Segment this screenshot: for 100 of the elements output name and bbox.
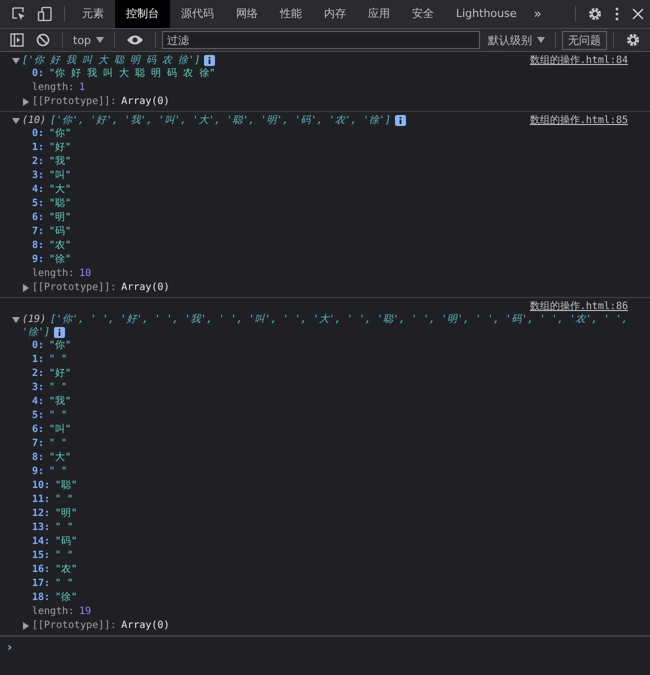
property-value: "大" xyxy=(49,183,72,197)
prompt-caret: › xyxy=(6,640,14,654)
settings-icon[interactable] xyxy=(587,6,603,22)
property-value: "码" xyxy=(55,535,78,549)
property-key: 0: xyxy=(32,67,44,81)
property-value: " " xyxy=(55,577,74,591)
expand-triangle-icon[interactable] xyxy=(22,98,30,106)
tab[interactable]: Lighthouse xyxy=(445,0,528,28)
caret-icon[interactable] xyxy=(96,37,104,43)
property-value: "农" xyxy=(55,563,78,577)
sidebar-icon[interactable] xyxy=(9,32,25,48)
more-options-icon[interactable] xyxy=(613,6,621,22)
property-key: 17: xyxy=(32,577,50,591)
property-value: " " xyxy=(49,437,68,451)
tab[interactable]: 性能 xyxy=(269,0,313,28)
property-key: 9: xyxy=(32,253,44,267)
property-key: 6: xyxy=(32,423,44,437)
collapse-triangle-icon[interactable] xyxy=(12,316,20,324)
expand-triangle-icon[interactable] xyxy=(22,622,30,630)
property-value: 19 xyxy=(79,605,92,619)
filter-field[interactable]: 过滤 xyxy=(162,31,480,49)
context-dropdown[interactable]: top xyxy=(69,34,108,46)
source-link[interactable]: 数组的操作.html:85 xyxy=(530,114,628,127)
property-key: 8: xyxy=(32,451,44,465)
collapse-triangle-icon[interactable] xyxy=(12,56,20,64)
property-value: Array(0) xyxy=(121,95,170,109)
tab[interactable]: 内存 xyxy=(313,0,357,28)
property-key: [[Prototype]]: xyxy=(32,281,116,295)
close-icon[interactable] xyxy=(631,7,645,21)
collapse-triangle-icon[interactable] xyxy=(12,116,20,124)
property-value: " " xyxy=(49,465,68,479)
caret-icon[interactable] xyxy=(537,37,545,43)
property-value: " " xyxy=(49,381,68,395)
eye-icon[interactable] xyxy=(126,34,144,46)
property-key: 0: xyxy=(32,339,44,353)
property-value: "码" xyxy=(49,225,72,239)
source-link[interactable]: 数组的操作.html:86 xyxy=(530,300,628,313)
property-value: " " xyxy=(49,409,68,423)
property-value: "大" xyxy=(49,451,72,465)
property-value: "我" xyxy=(49,395,72,409)
property-key: 11: xyxy=(32,493,50,507)
property-value: "你 好 我 叫 大 聪 明 码 农 徐" xyxy=(49,67,216,81)
settings-icon[interactable] xyxy=(625,32,641,48)
property-key: 8: xyxy=(32,239,44,253)
info-icon[interactable] xyxy=(394,115,406,126)
property-value: " " xyxy=(49,353,68,367)
info-icon[interactable] xyxy=(204,55,216,66)
property-key: 15: xyxy=(32,549,50,563)
property-key: 18: xyxy=(32,591,50,605)
tab[interactable]: 应用 xyxy=(357,0,401,28)
property-key: length: xyxy=(32,267,74,281)
property-value: "聪" xyxy=(49,197,72,211)
property-key: 2: xyxy=(32,367,44,381)
info-icon[interactable] xyxy=(54,327,66,338)
array-preview: '徐'] xyxy=(22,326,50,339)
device-icon[interactable] xyxy=(37,6,53,22)
property-value: Array(0) xyxy=(121,281,170,295)
property-value: "我" xyxy=(49,155,72,169)
source-link[interactable]: 数组的操作.html:84 xyxy=(530,54,628,67)
tab[interactable]: 控制台 xyxy=(115,0,170,28)
array-preview: ['你', '好', '我', '叫', '大', '聪', '明', '码', '农', '徐'] xyxy=(50,114,391,127)
clear-console-icon[interactable] xyxy=(35,32,51,48)
property-key: 5: xyxy=(32,409,44,423)
property-value: Array(0) xyxy=(121,619,170,633)
tab[interactable]: 元素 xyxy=(71,0,115,28)
property-value: "明" xyxy=(55,507,78,521)
property-key: 7: xyxy=(32,437,44,451)
property-key: length: xyxy=(32,81,74,95)
inspect-icon[interactable] xyxy=(11,6,27,22)
property-value: 10 xyxy=(79,267,92,281)
property-key: 7: xyxy=(32,225,44,239)
property-key: 10: xyxy=(32,479,50,493)
property-value: "叫" xyxy=(49,423,72,437)
more-tabs-button[interactable]: » xyxy=(528,6,548,22)
property-key: 0: xyxy=(32,127,44,141)
property-key: 4: xyxy=(32,395,44,409)
property-value: "好" xyxy=(49,367,72,381)
property-value: "明" xyxy=(49,211,72,225)
property-value: "徐" xyxy=(55,591,78,605)
property-value: "你" xyxy=(49,339,72,353)
expand-triangle-icon[interactable] xyxy=(22,284,30,292)
issues-button[interactable]: 无问题 xyxy=(562,30,607,50)
tab[interactable]: 安全 xyxy=(401,0,445,28)
property-key: 4: xyxy=(32,183,44,197)
property-value: "好" xyxy=(49,141,72,155)
property-key: 16: xyxy=(32,563,50,577)
property-value: "聪" xyxy=(55,479,78,493)
array-length: (19) xyxy=(22,313,46,326)
tab[interactable]: 源代码 xyxy=(170,0,225,28)
property-value: 1 xyxy=(79,81,86,95)
array-preview: ['你 好 我 叫 大 聪 明 码 农 徐'] xyxy=(22,54,200,67)
property-key: length: xyxy=(32,605,74,619)
property-key: 9: xyxy=(32,465,44,479)
tab[interactable]: 网络 xyxy=(225,0,269,28)
array-length: (10) xyxy=(22,114,46,127)
property-key: 5: xyxy=(32,197,44,211)
property-key: 3: xyxy=(32,169,44,183)
property-key: 3: xyxy=(32,381,44,395)
property-key: 12: xyxy=(32,507,50,521)
log-level-dropdown[interactable]: 默认级别 xyxy=(484,32,549,48)
